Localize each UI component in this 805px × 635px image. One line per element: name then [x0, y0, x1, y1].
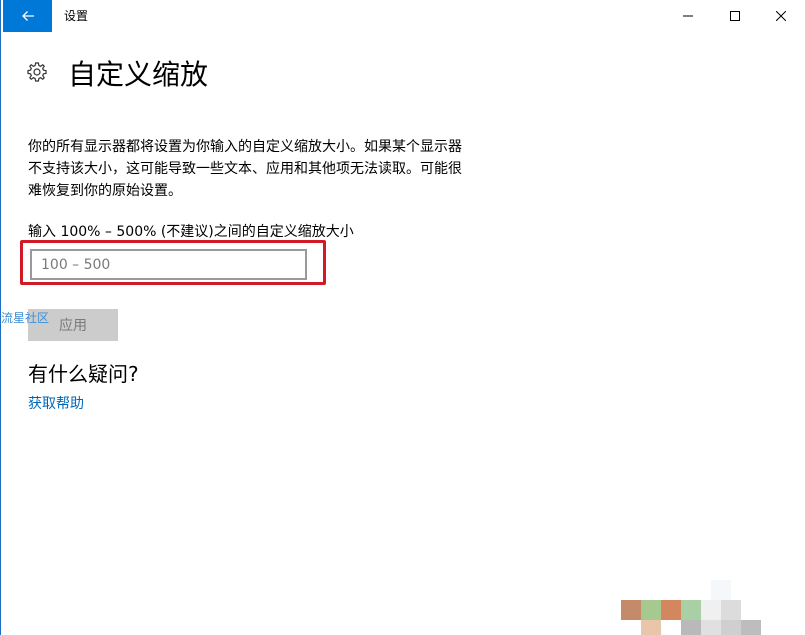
window-title: 设置 — [64, 9, 89, 23]
minimize-icon — [683, 15, 693, 17]
gear-icon — [27, 62, 47, 82]
maximize-icon — [730, 11, 740, 21]
page-title: 自定义缩放 — [68, 58, 209, 91]
title-bar: 设置 — [1, 0, 805, 32]
maximize-button[interactable] — [712, 0, 758, 32]
warning-description: 你的所有显示器都将设置为你输入的自定义缩放大小。如果某个显示器不支持该大小，这可… — [28, 139, 462, 199]
arrow-left-icon — [21, 11, 34, 21]
back-button[interactable] — [3, 0, 52, 32]
minimize-button[interactable] — [665, 0, 711, 32]
pixelated-watermark-image — [621, 580, 805, 635]
settings-window: 设置 自定义缩放 你的所有显示器都将设置为你输入的自定义缩放大小。如果某个显示器… — [0, 0, 805, 635]
watermark-text: 流星社区 — [1, 311, 50, 325]
scale-input-label: 输入 100% – 500% (不建议)之间的自定义缩放大小 — [28, 224, 354, 240]
close-icon — [776, 11, 786, 21]
close-button[interactable] — [758, 0, 804, 32]
help-heading: 有什么疑问? — [28, 362, 139, 386]
custom-scale-input[interactable] — [30, 249, 307, 280]
get-help-link[interactable]: 获取帮助 — [28, 393, 84, 413]
